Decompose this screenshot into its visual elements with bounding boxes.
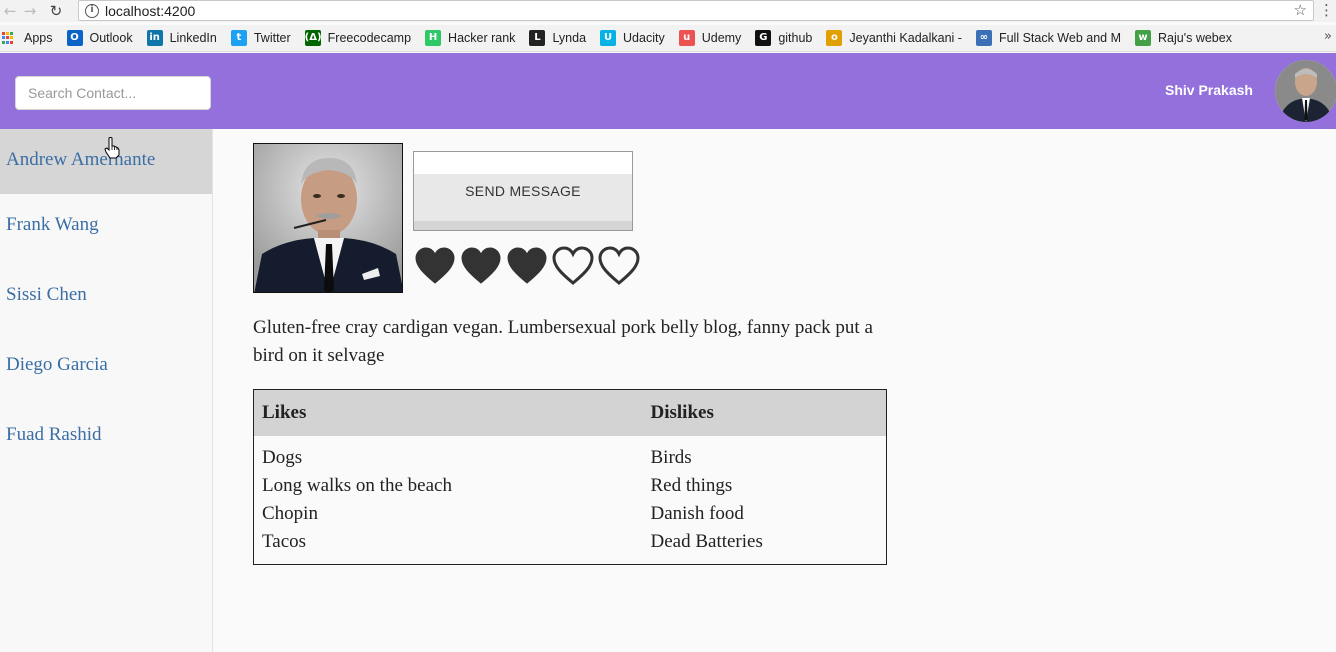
bookmark-linkedin[interactable]: in LinkedIn	[146, 30, 217, 46]
like-cell: Long walks on the beach	[262, 474, 452, 496]
apps-grid-icon	[2, 32, 14, 44]
send-message-label: SEND MESSAGE	[465, 183, 581, 199]
contact-item-sissi-chen[interactable]: Sissi Chen	[0, 264, 212, 334]
likes-dislikes-table: Likes Dislikes Dogs Birds Long walks on th…	[253, 389, 887, 565]
dislike-cell: Dead Batteries	[650, 530, 763, 552]
dislike-cell: Birds	[650, 446, 692, 468]
bookmark-o-icon: o	[826, 30, 843, 46]
url-text[interactable]: localhost:4200	[105, 3, 195, 19]
bookmark-label: Udacity	[623, 31, 665, 45]
bookmark-label: Freecodecamp	[327, 31, 412, 45]
contact-item-fuad-rashid[interactable]: Fuad Rashid	[0, 404, 212, 474]
hackerrank-icon: H	[425, 30, 442, 46]
bookmarks-overflow-icon[interactable]: »	[1324, 29, 1332, 44]
udacity-icon: U	[600, 30, 617, 46]
github-icon: G	[755, 30, 772, 46]
browser-menu-icon[interactable]: ⋮	[1319, 0, 1334, 21]
bookmark-label: Full Stack Web and M	[998, 31, 1121, 45]
table-header-row: Likes Dislikes	[253, 389, 887, 436]
table-row: Chopin Danish food	[254, 500, 887, 528]
hand-cursor-icon	[104, 137, 120, 159]
button-bottom-band	[414, 221, 632, 230]
button-top-band	[414, 152, 632, 174]
bookmark-label: Hacker rank	[448, 31, 516, 45]
contact-item-diego-garcia[interactable]: Diego Garcia	[0, 334, 212, 404]
app-header: Shiv Prakash	[0, 53, 1336, 129]
bookmark-freecodecamp[interactable]: (Δ) Freecodecamp	[304, 30, 412, 46]
outlook-icon: O	[66, 30, 83, 46]
bookmark-twitter[interactable]: t Twitter	[230, 30, 291, 46]
udemy-icon: u	[678, 30, 695, 46]
table-row: Tacos Dead Batteries	[254, 528, 887, 565]
portrait-image-icon	[254, 144, 402, 292]
info-icon[interactable]: i	[85, 3, 99, 18]
twitter-icon: t	[230, 30, 247, 46]
bookmark-udacity[interactable]: U Udacity	[600, 30, 665, 46]
bookmark-apps[interactable]: Apps	[2, 31, 53, 45]
bookmark-label: Jeyanthi Kadalkani -	[849, 31, 962, 45]
bookmark-github[interactable]: Ggithub	[755, 30, 812, 46]
bookmark-jeyanthi-kadalkani[interactable]: o Jeyanthi Kadalkani -	[826, 30, 962, 46]
bookmark-label: Lynda	[552, 31, 587, 45]
bookmark-raju-s-webex[interactable]: w Raju's webex	[1135, 30, 1232, 46]
like-cell: Dogs	[262, 446, 303, 468]
bookmark-label: Raju's webex	[1158, 31, 1232, 45]
contact-item-frank-wang[interactable]: Frank Wang	[0, 194, 212, 264]
bookmark-outlook[interactable]: O Outlook	[66, 30, 133, 46]
like-cell: Chopin	[262, 502, 318, 524]
avatar-portrait-icon	[1275, 60, 1336, 122]
search-input[interactable]	[15, 76, 211, 110]
dislike-cell: Danish food	[650, 502, 744, 524]
heart-filled-icon[interactable]	[459, 245, 503, 287]
dislike-cell: Red things	[650, 474, 733, 496]
heart-filled-icon[interactable]	[505, 245, 549, 287]
dislikes-header: Dislikes	[642, 389, 887, 436]
bookmarks-bar: Apps O Outlook in LinkedIn t Twitter (Δ) Freecod…	[0, 25, 1336, 52]
bookmark-udemy[interactable]: u Udemy	[678, 30, 742, 46]
bookmark-label: Apps	[24, 31, 53, 45]
address-bar[interactable]: i localhost:4200 ☆	[78, 0, 1314, 21]
bookmark-lynda[interactable]: L Lynda	[529, 30, 586, 46]
infinity-icon: ∞	[975, 30, 992, 46]
contact-sidebar: Andrew Amernante Frank Wang Sissi Chen Dieg…	[0, 129, 213, 652]
forward-icon[interactable]: →	[20, 1, 40, 21]
heart-outline-icon[interactable]	[551, 245, 595, 287]
bookmark-hacker-rank[interactable]: H Hacker rank	[425, 30, 515, 46]
heart-outline-icon[interactable]	[597, 245, 641, 287]
linkedin-icon: in	[146, 30, 163, 46]
freecodecamp-icon: (Δ)	[304, 30, 322, 46]
reload-icon[interactable]: ↻	[44, 1, 68, 21]
bookmark-label: Outlook	[89, 31, 133, 45]
webex-icon: w	[1135, 30, 1151, 46]
like-cell: Tacos	[262, 530, 307, 552]
table-row: Dogs Birds	[254, 436, 887, 472]
send-message-button[interactable]: SEND MESSAGE	[413, 151, 633, 231]
heart-filled-icon[interactable]	[413, 245, 457, 287]
likes-header: Likes	[253, 389, 643, 436]
bookmark-label: github	[778, 31, 813, 45]
bookmark-label: LinkedIn	[169, 31, 217, 45]
table-row: Long walks on the beach Red things	[254, 472, 887, 500]
lynda-icon: L	[529, 30, 546, 46]
bookmark-label: Twitter	[253, 31, 291, 45]
browser-toolbar: ← → ↻ i localhost:4200 ☆ ⋮	[0, 0, 1336, 22]
user-name: Shiv Prakash	[1165, 82, 1253, 98]
avatar[interactable]	[1275, 60, 1336, 122]
bookmark-label: Udemy	[701, 31, 742, 45]
back-icon[interactable]: ←	[0, 1, 20, 21]
bookmark-star-icon[interactable]: ☆	[1294, 1, 1307, 20]
bookmark-full-stack-web-and-m[interactable]: ∞ Full Stack Web and M	[975, 30, 1121, 46]
rating-hearts	[413, 245, 643, 287]
contact-bio: Gluten-free cray cardigan vegan. Lumbers…	[253, 317, 873, 366]
profile-picture	[253, 143, 403, 293]
